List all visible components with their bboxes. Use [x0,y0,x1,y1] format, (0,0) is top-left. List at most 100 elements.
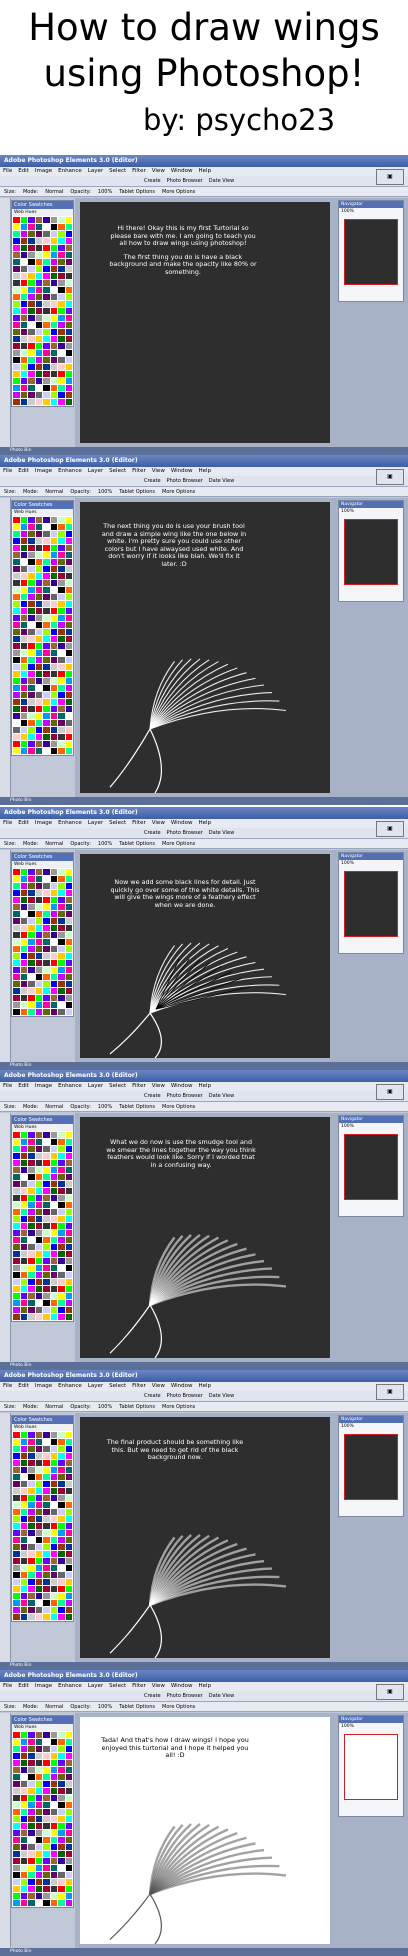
color-swatch[interactable] [13,1146,20,1152]
color-swatch[interactable] [35,615,42,621]
color-swatch[interactable] [35,1830,42,1836]
color-swatch[interactable] [35,727,42,733]
color-swatch[interactable] [35,1767,42,1773]
color-swatch[interactable] [58,671,65,677]
color-swatch[interactable] [65,1002,72,1008]
color-swatch[interactable] [20,1202,27,1208]
color-swatch[interactable] [43,280,50,286]
color-swatch[interactable] [50,552,57,558]
color-swatch[interactable] [50,1607,57,1613]
tool-option-0[interactable]: Size: [4,1402,16,1412]
color-swatch[interactable] [43,308,50,314]
color-swatch[interactable] [65,636,72,642]
color-swatch[interactable] [35,322,42,328]
photo-bin-bar[interactable]: Photo Bin [0,1362,408,1370]
color-swatch[interactable] [58,643,65,649]
color-swatch[interactable] [43,364,50,370]
color-swatch[interactable] [50,1732,57,1738]
color-swatch[interactable] [58,322,65,328]
color-swatch[interactable] [28,685,35,691]
color-swatch[interactable] [13,517,20,523]
color-swatch[interactable] [50,939,57,945]
color-swatch[interactable] [28,1523,35,1529]
color-swatch[interactable] [50,1558,57,1564]
color-swatch[interactable] [58,1244,65,1250]
color-swatch[interactable] [13,1816,20,1822]
color-swatch[interactable] [43,1174,50,1180]
color-swatch[interactable] [20,939,27,945]
color-swatch[interactable] [35,671,42,677]
tool-option-3[interactable]: Opacity: [70,187,91,197]
color-swatch[interactable] [35,911,42,917]
color-swatch[interactable] [20,224,27,230]
color-swatch[interactable] [43,1774,50,1780]
color-swatch[interactable] [43,1307,50,1313]
color-swatch[interactable] [20,1558,27,1564]
color-swatch[interactable] [35,1544,42,1550]
image-canvas[interactable]: What we do now is use the smudge tool an… [80,1117,330,1358]
menu-item-image[interactable]: Image [35,1383,52,1389]
color-swatch[interactable] [13,1202,20,1208]
color-swatch[interactable] [28,238,35,244]
color-swatch[interactable] [35,1181,42,1187]
color-swatch[interactable] [35,245,42,251]
color-swatch[interactable] [20,1272,27,1278]
toolbar-button-create[interactable]: Create [144,476,161,487]
color-swatch[interactable] [35,699,42,705]
color-swatch[interactable] [65,734,72,740]
color-swatch[interactable] [20,1495,27,1501]
color-swatch[interactable] [58,245,65,251]
color-swatch[interactable] [58,1544,65,1550]
color-swatch[interactable] [65,953,72,959]
color-swatch[interactable] [43,713,50,719]
color-swatch[interactable] [58,594,65,600]
color-swatch[interactable] [13,1530,20,1536]
color-swatch[interactable] [50,890,57,896]
color-swatch[interactable] [20,1551,27,1557]
color-swatch[interactable] [58,692,65,698]
color-swatch[interactable] [58,1753,65,1759]
color-swatch[interactable] [13,245,20,251]
color-swatch[interactable] [28,1823,35,1829]
color-swatch[interactable] [28,524,35,530]
color-swatch[interactable] [58,1279,65,1285]
color-swatch[interactable] [58,1009,65,1015]
color-swatch[interactable] [58,287,65,293]
color-swatch[interactable] [58,601,65,607]
color-swatch[interactable] [65,671,72,677]
color-swatch[interactable] [20,301,27,307]
toolbar-button-date-view[interactable]: Date View [209,828,234,839]
color-swatch[interactable] [43,1788,50,1794]
color-swatch[interactable] [20,531,27,537]
color-swatch[interactable] [20,559,27,565]
color-swatch[interactable] [43,1802,50,1808]
color-swatch[interactable] [28,932,35,938]
color-swatch[interactable] [28,1244,35,1250]
color-swatch[interactable] [20,1502,27,1508]
color-swatch[interactable] [13,1523,20,1529]
color-swatch[interactable] [13,252,20,258]
color-swatch[interactable] [58,1258,65,1264]
color-swatch[interactable] [28,1753,35,1759]
color-swatch[interactable] [50,1586,57,1592]
color-swatch[interactable] [43,1453,50,1459]
color-swatch[interactable] [20,1830,27,1836]
color-swatch[interactable] [50,217,57,223]
color-swatch[interactable] [20,713,27,719]
color-swatch[interactable] [20,357,27,363]
color-swatch[interactable] [50,741,57,747]
color-swatch[interactable] [28,294,35,300]
color-swatch[interactable] [35,734,42,740]
color-swatch[interactable] [35,1293,42,1299]
color-swatch[interactable] [58,1586,65,1592]
color-swatch[interactable] [43,734,50,740]
color-swatch[interactable] [43,685,50,691]
color-swatch[interactable] [13,869,20,875]
color-swatch[interactable] [43,1544,50,1550]
menu-item-image[interactable]: Image [35,820,52,826]
color-swatch[interactable] [43,287,50,293]
color-swatch[interactable] [35,1886,42,1892]
color-swatch[interactable] [65,1181,72,1187]
color-swatch[interactable] [50,1293,57,1299]
color-swatch[interactable] [20,1132,27,1138]
